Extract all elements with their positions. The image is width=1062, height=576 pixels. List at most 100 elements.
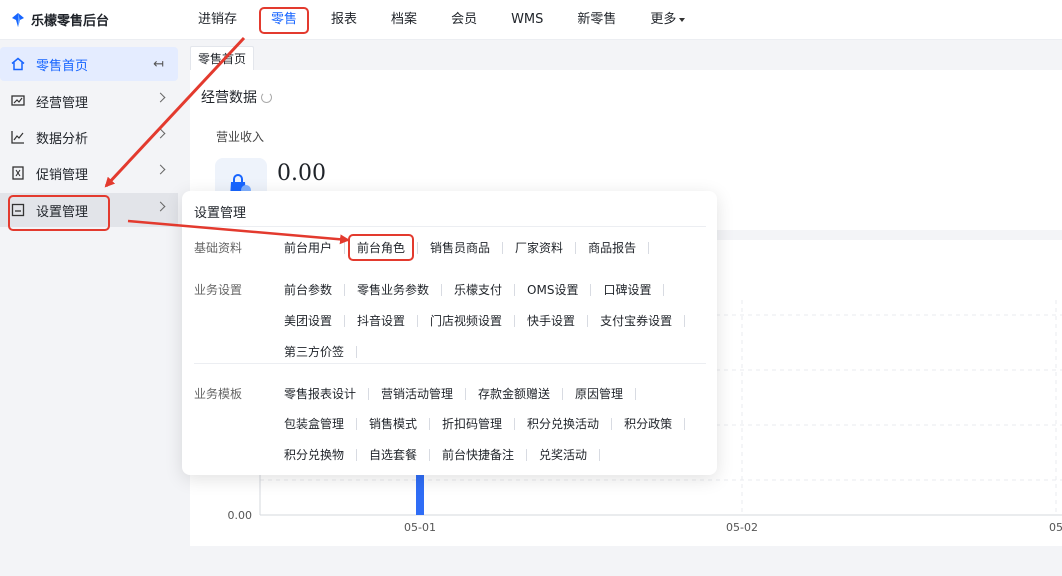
topnav-item-3[interactable]: 档案 [377,0,431,40]
sidebar: 零售首页 ↤ 经营管理 数据分析 促销管理 设置管理 [0,40,182,576]
settings-link[interactable]: 兑奖活动 [539,446,587,463]
settings-link[interactable]: 销售模式 [369,415,417,432]
chevron-right-icon [155,92,166,103]
settings-link[interactable]: 第三方价签 [284,343,344,360]
link-separator [590,283,592,296]
top-bar: 乐檬零售后台 进销存 零售 报表 档案 会员 WMS 新零售 更多 [0,0,1062,40]
revenue-label: 营业收入 [216,130,265,144]
topnav-item-5[interactable]: WMS [497,0,557,40]
settings-group-label: 业务模板 [194,387,243,401]
line-chart-icon [10,129,26,145]
topnav-item-label: 报表 [331,12,358,27]
settings-link[interactable]: 支付宝券设置 [600,312,672,329]
settings-link[interactable]: 积分政策 [624,415,672,432]
revenue-value: 0.00 [277,161,326,186]
link-separator [684,314,686,327]
link-separator [526,448,528,461]
home-icon [10,56,26,72]
topnav-item-label: 进销存 [198,12,238,27]
link-separator [417,314,419,327]
settings-link[interactable]: 原因管理 [575,385,623,402]
topnav-item-6[interactable]: 新零售 [563,0,630,40]
topnav-item-label: 零售 [271,12,298,27]
link-separator [684,417,686,430]
top-navigation: 进销存 零售 报表 档案 会员 WMS 新零售 更多 [184,0,705,40]
section-title: 经营数据 [201,90,257,106]
link-separator [429,417,431,430]
settings-link-row: 前台参数 零售业务参数 乐檬支付 OMS设置 口碑设置 [284,281,676,298]
x-tick-label: 05-01 [404,521,436,534]
settings-link[interactable]: 积分兑换物 [284,446,344,463]
settings-link[interactable]: 商品报告 [588,239,636,256]
panel-title: 设置管理 [194,206,247,221]
topnav-item-2[interactable]: 报表 [317,0,371,40]
topnav-item-4[interactable]: 会员 [437,0,491,40]
topnav-item-0[interactable]: 进销存 [184,0,251,40]
settings-link[interactable]: 口碑设置 [603,281,651,298]
settings-link[interactable]: 零售业务参数 [357,281,429,298]
link-separator [356,448,358,461]
settings-link[interactable]: 乐檬支付 [454,281,502,298]
link-separator [514,314,516,327]
settings-link-row: 美团设置 抖音设置 门店视频设置 快手设置 支付宝券设置 [284,312,697,329]
settings-link[interactable]: 前台用户 [284,239,332,256]
sidebar-item-label: 零售首页 [36,58,89,74]
link-separator [356,417,358,430]
tab-retail-home[interactable]: 零售首页 [190,46,255,70]
link-separator [344,314,346,327]
settings-link[interactable]: 销售员商品 [430,239,490,256]
sidebar-item-retail-home[interactable]: 零售首页 ↤ [0,47,178,81]
sidebar-item-promotion-management[interactable]: 促销管理 [0,156,178,190]
settings-link-row: 积分兑换物 自选套餐 前台快捷备注 兑奖活动 [284,446,612,463]
sidebar-item-label: 数据分析 [36,131,89,147]
topnav-item-label: 新零售 [577,12,617,27]
logo-icon [10,12,26,28]
link-separator [562,387,564,400]
settings-link[interactable]: 门店视频设置 [430,312,502,329]
sidebar-item-settings-management[interactable]: 设置管理 [0,193,178,231]
settings-link-row: 包装盒管理 销售模式 折扣码管理 积分兑换活动 积分政策 [284,415,697,432]
link-separator [635,387,637,400]
settings-link[interactable]: 厂家资料 [515,239,563,256]
app-logo[interactable]: 乐檬零售后台 [10,10,109,29]
sidebar-item-label: 设置管理 [36,204,89,220]
panel-divider [194,226,706,227]
link-separator [344,241,346,254]
settings-link[interactable]: OMS设置 [527,281,578,298]
topnav-item-1[interactable]: 零售 [257,0,311,40]
link-separator [417,241,419,254]
link-separator [514,417,516,430]
link-separator [502,241,504,254]
link-separator [648,241,650,254]
settings-link[interactable]: 自选套餐 [369,446,417,463]
sidebar-item-data-analysis[interactable]: 数据分析 [0,120,178,154]
monitor-chart-icon [10,93,26,109]
settings-link[interactable]: 前台快捷备注 [442,446,514,463]
settings-link[interactable]: 包装盒管理 [284,415,344,432]
page-tabs: 零售首页 [190,46,255,70]
settings-link[interactable]: 折扣码管理 [442,415,502,432]
collapse-sidebar-icon[interactable]: ↤ [153,57,164,72]
refresh-icon[interactable] [261,92,272,103]
settings-link-row: 前台用户 前台角色 销售员商品 厂家资料 商品报告 [284,234,661,261]
settings-management-panel: 设置管理 基础资料 前台用户 前台角色 销售员商品 厂家资料 商品报告 业务设置 前台参数 零售… [182,191,717,475]
x-tick-label: 05-02 [726,521,758,534]
settings-group-label: 业务设置 [194,283,243,297]
settings-link[interactable]: 存款金额赠送 [478,385,550,402]
topnav-item-7[interactable]: 更多 [636,0,699,40]
chart-bar[interactable] [416,472,424,515]
settings-link[interactable]: 前台参数 [284,281,332,298]
settings-link[interactable]: 快手设置 [527,312,575,329]
link-separator [429,448,431,461]
settings-link[interactable]: 积分兑换活动 [527,415,599,432]
settings-link[interactable]: 营销活动管理 [381,385,453,402]
caret-down-icon [679,17,686,22]
link-separator [611,417,613,430]
settings-box-icon [10,202,26,218]
sidebar-item-business-management[interactable]: 经营管理 [0,84,178,118]
settings-link[interactable]: 抖音设置 [357,312,405,329]
settings-link[interactable]: 零售报表设计 [284,385,356,402]
settings-link-row: 第三方价签 [284,343,369,360]
settings-link[interactable]: 美团设置 [284,312,332,329]
settings-link[interactable]: 前台角色 [348,234,415,261]
